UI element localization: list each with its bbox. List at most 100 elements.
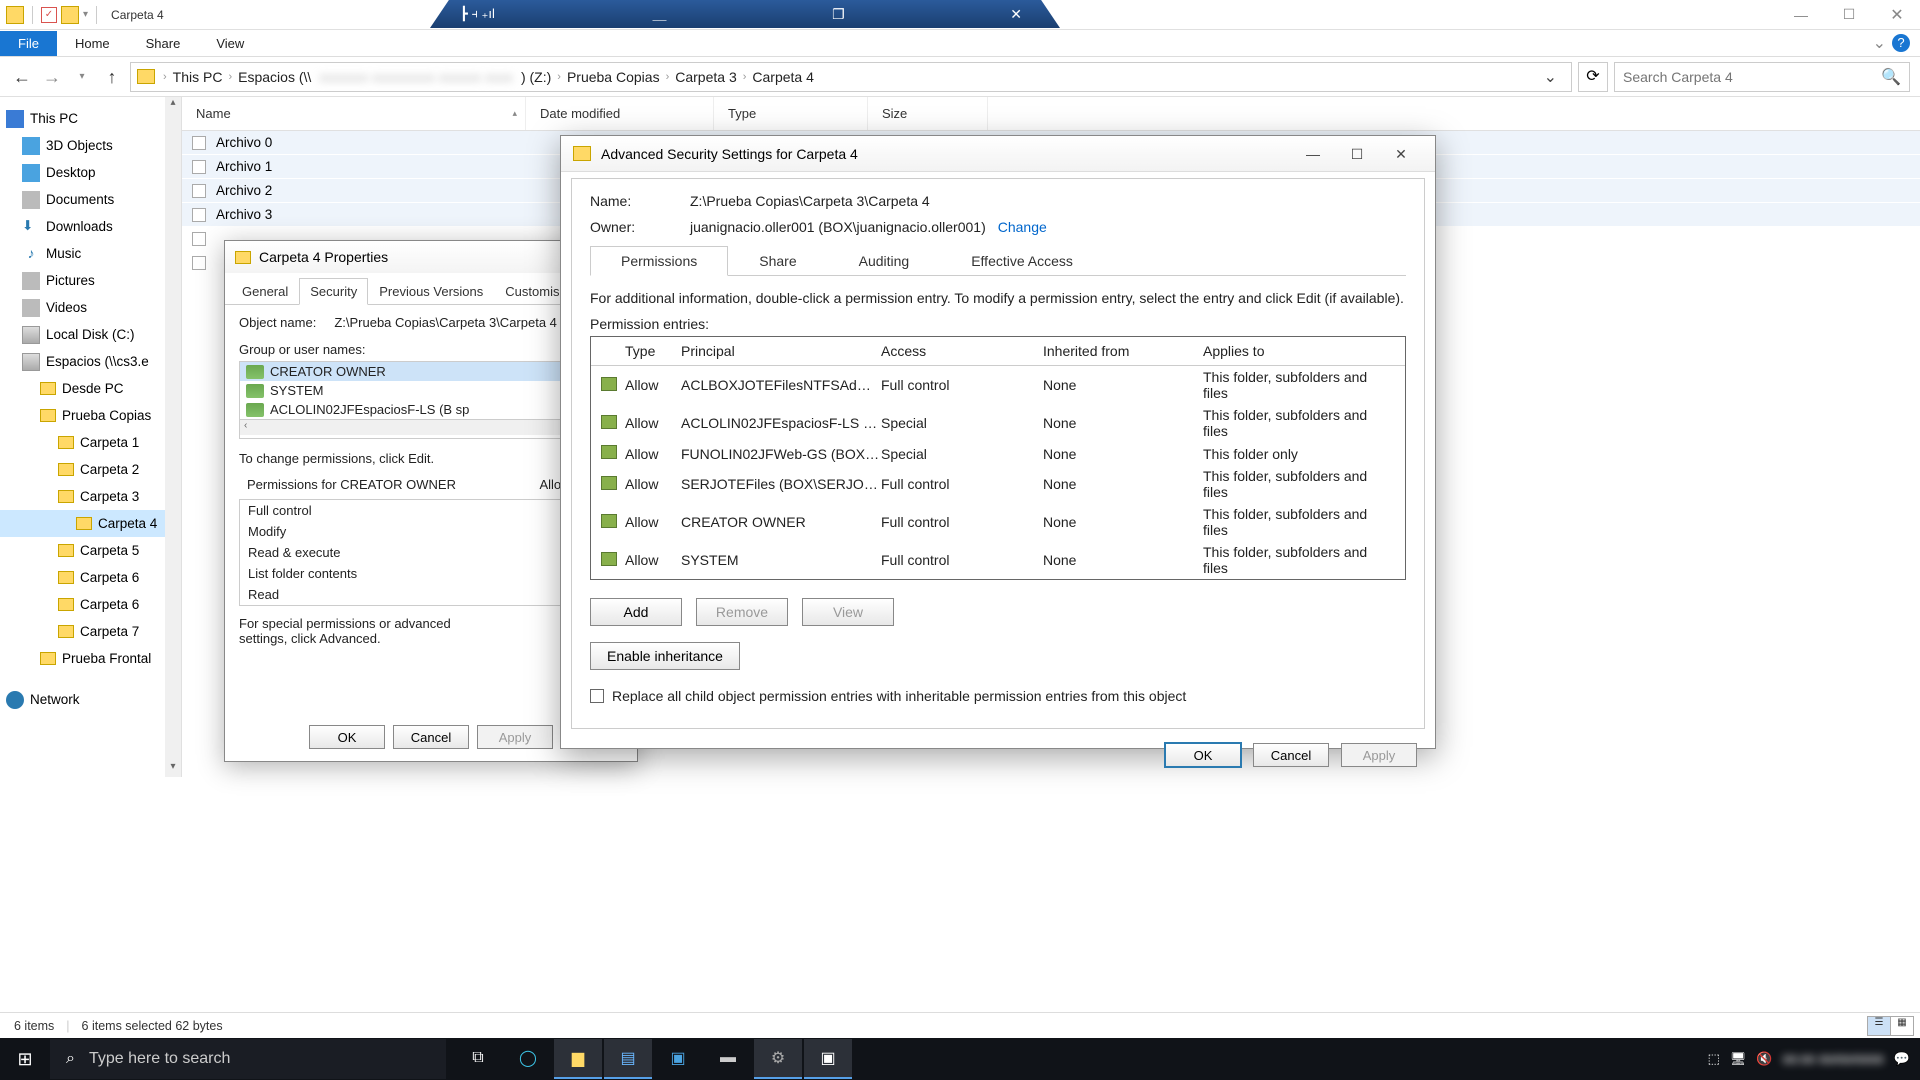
tree-network[interactable]: Network <box>0 686 181 713</box>
sidebar-scrollbar[interactable]: ▴▾ <box>165 97 181 777</box>
maximize-button[interactable]: ☐ <box>1826 0 1872 30</box>
checkbox-icon[interactable] <box>192 160 206 174</box>
up-button[interactable]: ↑ <box>100 65 124 89</box>
history-dropdown[interactable]: ▾ <box>70 65 94 89</box>
tree-carpeta2[interactable]: Carpeta 2 <box>0 456 181 483</box>
crumb[interactable]: Carpeta 4 <box>748 69 817 85</box>
crumb[interactable]: This PC <box>169 69 227 85</box>
details-view-button[interactable]: ☰ <box>1867 1016 1891 1036</box>
ribbon-share[interactable]: Share <box>128 31 199 56</box>
tree-carpeta1[interactable]: Carpeta 1 <box>0 429 181 456</box>
task-view-icon[interactable]: ⧉ <box>454 1039 502 1079</box>
qat-folder-icon[interactable] <box>61 6 79 24</box>
adv-maximize-button[interactable]: ☐ <box>1335 139 1379 169</box>
qat-checkbox-icon[interactable]: ✓ <box>41 7 57 23</box>
tray-icon[interactable]: ⬚ <box>1708 1051 1720 1067</box>
permission-row[interactable]: AllowACLBOXJOTEFilesNTFSAdmins...Full co… <box>591 366 1405 404</box>
terminal-icon[interactable]: ▬ <box>704 1039 752 1079</box>
adv-ok-button[interactable]: OK <box>1165 743 1241 767</box>
apply-button[interactable]: Apply <box>477 725 553 749</box>
powershell-icon[interactable]: ▣ <box>654 1039 702 1079</box>
overlay-restore-icon[interactable]: ❐ <box>824 6 853 23</box>
tab-prev-versions[interactable]: Previous Versions <box>368 278 494 305</box>
tree-3d-objects[interactable]: 3D Objects <box>0 132 181 159</box>
col-type[interactable]: Type <box>625 343 681 359</box>
overlay-close-icon[interactable]: ✕ <box>1002 6 1030 23</box>
permission-row[interactable]: AllowFUNOLIN02JFWeb-GS (BOX\F...SpecialN… <box>591 442 1405 465</box>
permission-row[interactable]: AllowSYSTEMFull controlNoneThis folder, … <box>591 541 1405 579</box>
tree-downloads[interactable]: ⬇Downloads <box>0 213 181 240</box>
permission-row[interactable]: AllowCREATOR OWNERFull controlNoneThis f… <box>591 503 1405 541</box>
crumb[interactable]: Prueba Copias <box>563 69 664 85</box>
adv-apply-button[interactable]: Apply <box>1341 743 1417 767</box>
ribbon-expand-icon[interactable]: ⌄ <box>1873 33 1886 53</box>
cancel-button[interactable]: Cancel <box>393 725 469 749</box>
checkbox-icon[interactable] <box>192 232 206 246</box>
tree-pictures[interactable]: Pictures <box>0 267 181 294</box>
refresh-button[interactable]: ⟳ <box>1578 62 1608 92</box>
system-tray[interactable]: ⬚ 🖥 🔇 00:00 00/00/0000 💬 <box>1708 1051 1920 1067</box>
permission-row[interactable]: AllowSERJOTEFiles (BOX\SERJOTEFil...Full… <box>591 465 1405 503</box>
tree-carpeta3[interactable]: Carpeta 3 <box>0 483 181 510</box>
adv-cancel-button[interactable]: Cancel <box>1253 743 1329 767</box>
view-button[interactable]: View <box>802 598 894 626</box>
ribbon-view[interactable]: View <box>198 31 262 56</box>
checkbox-icon[interactable] <box>192 184 206 198</box>
address-bar[interactable]: › This PC › Espacios (\\ xxxxxxx xxxxxxx… <box>130 62 1572 92</box>
overlay-min-icon[interactable]: ＿ <box>645 4 675 24</box>
crumb[interactable]: Carpeta 3 <box>671 69 740 85</box>
icons-view-button[interactable]: ▦ <box>1890 1016 1914 1036</box>
tray-volume-icon[interactable]: 🔇 <box>1756 1051 1772 1067</box>
tray-clock[interactable]: 00:00 00/00/0000 <box>1783 1052 1884 1067</box>
adv-tab-permissions[interactable]: Permissions <box>590 246 728 276</box>
help-icon[interactable]: ? <box>1892 34 1910 52</box>
adv-tab-auditing[interactable]: Auditing <box>828 246 941 276</box>
start-button[interactable]: ⊞ <box>0 1038 50 1080</box>
settings-icon[interactable]: ⚙ <box>754 1039 802 1079</box>
tree-videos[interactable]: Videos <box>0 294 181 321</box>
col-access[interactable]: Access <box>881 343 1043 359</box>
tree-carpeta6[interactable]: Carpeta 6 <box>0 564 181 591</box>
search-box[interactable]: 🔍 <box>1614 62 1910 92</box>
col-size[interactable]: Size <box>868 97 988 130</box>
tree-espacios[interactable]: Espacios (\\cs3.e <box>0 348 181 375</box>
address-dropdown[interactable]: ⌄ <box>1536 67 1565 87</box>
tree-documents[interactable]: Documents <box>0 186 181 213</box>
col-principal[interactable]: Principal <box>681 343 881 359</box>
back-button[interactable]: ← <box>10 65 34 89</box>
taskbar-search[interactable]: ⌕Type here to search <box>50 1039 446 1079</box>
col-applies[interactable]: Applies to <box>1203 343 1395 359</box>
tree-carpeta7[interactable]: Carpeta 7 <box>0 618 181 645</box>
adv-minimize-button[interactable]: — <box>1291 139 1335 169</box>
ribbon-file[interactable]: File <box>0 31 57 56</box>
crumb[interactable]: ) (Z:) <box>517 69 555 85</box>
col-inherited[interactable]: Inherited from <box>1043 343 1203 359</box>
forward-button[interactable]: → <box>40 65 64 89</box>
search-icon[interactable]: 🔍 <box>1881 67 1901 87</box>
tray-network-icon[interactable]: 🖥 <box>1730 1051 1747 1067</box>
tree-carpeta5[interactable]: Carpeta 5 <box>0 537 181 564</box>
tree-desktop[interactable]: Desktop <box>0 159 181 186</box>
adv-close-button[interactable]: ✕ <box>1379 139 1423 169</box>
ok-button[interactable]: OK <box>309 725 385 749</box>
app-icon[interactable]: ▤ <box>604 1039 652 1079</box>
qat-dropdown-icon[interactable]: ▾ <box>83 9 88 20</box>
enable-inheritance-button[interactable]: Enable inheritance <box>590 642 740 670</box>
edge-icon[interactable]: ◯ <box>504 1039 552 1079</box>
tree-desde-pc[interactable]: Desde PC <box>0 375 181 402</box>
tab-security[interactable]: Security <box>299 278 368 305</box>
ribbon-home[interactable]: Home <box>57 31 128 56</box>
tree-carpeta4[interactable]: Carpeta 4 <box>0 510 181 537</box>
checkbox-icon[interactable] <box>192 256 206 270</box>
tree-this-pc[interactable]: This PC <box>0 105 181 132</box>
minimize-button[interactable]: — <box>1778 0 1824 30</box>
tab-general[interactable]: General <box>231 278 299 305</box>
replace-checkbox[interactable]: Replace all child object permission entr… <box>590 688 1406 704</box>
col-type[interactable]: Type <box>714 97 868 130</box>
checkbox-icon[interactable] <box>192 208 206 222</box>
tree-music[interactable]: ♪Music <box>0 240 181 267</box>
checkbox-icon[interactable] <box>192 136 206 150</box>
col-name[interactable]: Name▴ <box>182 97 526 130</box>
app2-icon[interactable]: ▣ <box>804 1039 852 1079</box>
tree-prueba-frontal[interactable]: Prueba Frontal <box>0 645 181 672</box>
